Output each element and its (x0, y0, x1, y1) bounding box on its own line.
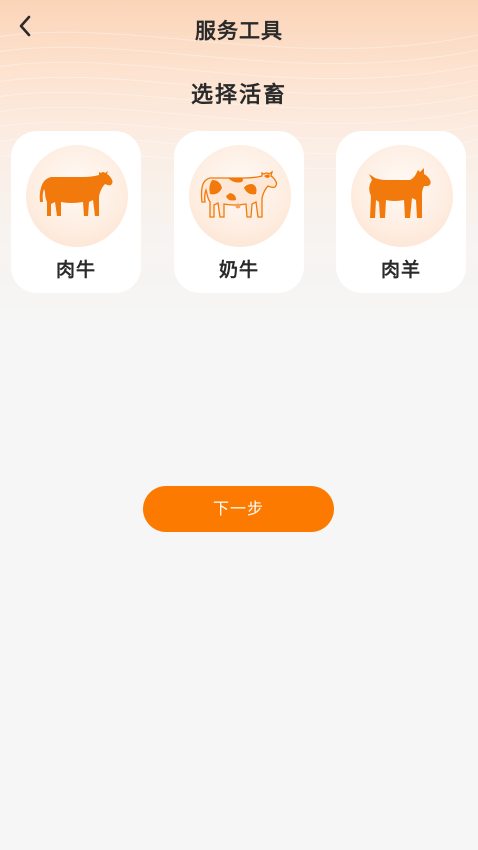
goat-icon (366, 164, 438, 228)
page-title: 服务工具 (195, 19, 283, 43)
dairy-cow-icon (198, 164, 282, 228)
animal-label: 肉牛 (55, 259, 96, 281)
animal-options: 肉牛 奶牛 肉羊 (0, 131, 478, 293)
section-title: 选择活畜 (190, 83, 287, 108)
animal-icon-circle (351, 145, 453, 247)
beef-cattle-icon (37, 164, 117, 228)
animal-card-dairy-cow[interactable]: 奶牛 (174, 131, 304, 293)
next-step-button[interactable]: 下一步 (143, 486, 334, 532)
animal-icon-circle (26, 145, 128, 247)
top-bar: 服务工具 (0, 0, 478, 56)
animal-card-goat[interactable]: 肉羊 (336, 131, 466, 293)
animal-card-beef-cattle[interactable]: 肉牛 (11, 131, 141, 293)
animal-label: 肉羊 (380, 259, 421, 281)
animal-icon-circle (189, 145, 291, 247)
animal-label: 奶牛 (218, 259, 259, 281)
